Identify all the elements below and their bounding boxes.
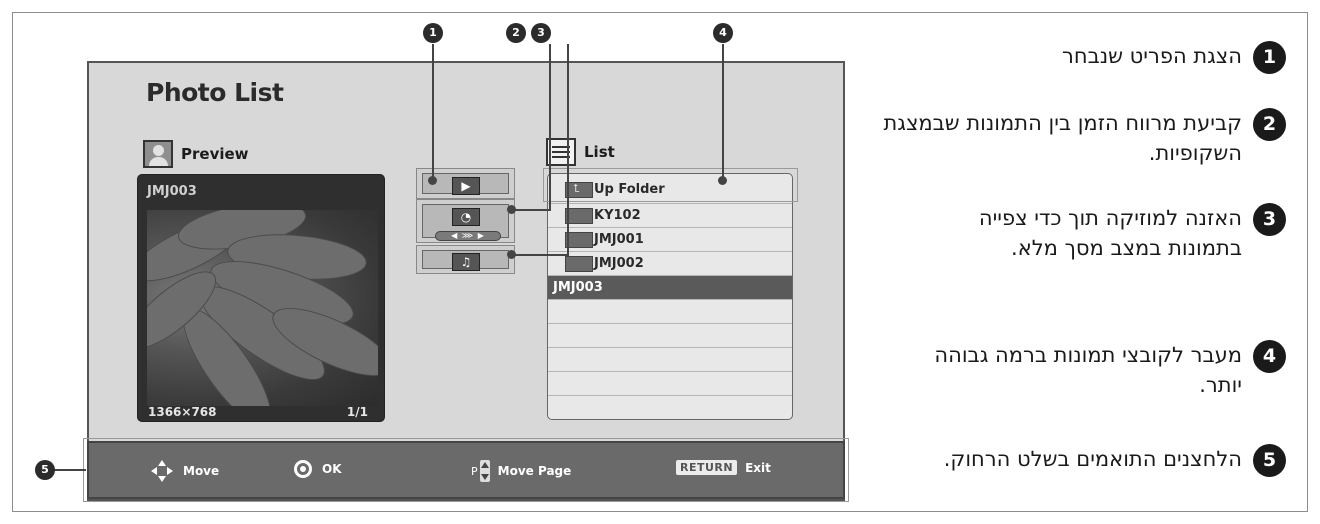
ok-button-icon [294, 460, 312, 478]
move-page-label: Move Page [497, 464, 572, 478]
description-number: 1 [1253, 41, 1286, 74]
list-label: List [584, 143, 615, 161]
callout-1-dot [428, 176, 437, 185]
callout-1: 1 [423, 23, 443, 43]
list-item-empty [548, 300, 792, 324]
callout-2-leader [549, 44, 551, 211]
callout-3: 3 [531, 23, 551, 43]
callout-descriptions: 1 הצגת הפריט שנבחר 2 קביעת מרווח הזמן בי… [856, 0, 1296, 524]
music-icon: ♫ [452, 253, 480, 271]
description-5: 5 הלחצנים התואמים בשלט הרחוק. [942, 444, 1286, 477]
exit-hint: RETURN Exit [676, 460, 771, 475]
move-page-hint: P Move Page [471, 460, 571, 482]
list-item-label: KY102 [594, 208, 641, 223]
page-title: Photo List [146, 78, 284, 107]
description-number: 3 [1253, 203, 1286, 236]
folder-icon [565, 256, 593, 272]
description-text: קביעת מרווח הזמן בין התמונות שבמצגת השקו… [883, 111, 1242, 165]
description-text: מעבר לקובצי תמונות ברמה גבוהה יותר. [934, 343, 1242, 397]
description-text: הצגת הפריט שנבחר [1062, 44, 1242, 68]
callout-3-dot [507, 250, 516, 259]
callout-5: 5 [35, 460, 55, 480]
list-item-empty [548, 372, 792, 396]
exit-label: Exit [745, 460, 771, 475]
preview-resolution: 1366×768 [148, 405, 217, 419]
ok-hint: OK [294, 460, 342, 478]
page-up-down-icon [479, 460, 490, 482]
page-key-label: P [471, 464, 478, 478]
callout-5-leader [54, 469, 86, 471]
callout-3-leader-h [512, 254, 569, 256]
list-item-jmj002[interactable]: JMJ002 [548, 252, 792, 276]
list-item-label: JMJ002 [594, 256, 644, 271]
callout-1-leader [432, 44, 434, 181]
folder-icon [565, 208, 593, 224]
folder-icon [565, 232, 593, 248]
preview-header: Preview [143, 140, 249, 168]
description-1: 1 הצגת הפריט שנבחר [942, 41, 1286, 74]
list-item-empty [548, 348, 792, 372]
description-2: 2 קביעת מרווח הזמן בין התמונות שבמצגת הש… [872, 108, 1286, 168]
preview-panel: JMJ003 1366×768 1/1 [137, 174, 385, 422]
preview-page-count: 1/1 [346, 405, 368, 419]
list-item-label: JMJ001 [594, 232, 644, 247]
description-number: 5 [1253, 444, 1286, 477]
list-item-jmj001[interactable]: JMJ001 [548, 228, 792, 252]
description-4: 4 מעבר לקובצי תמונות ברמה גבוהה יותר. [932, 340, 1286, 400]
description-3: 3 האזנה למוזיקה תוך כדי צפייה בתמונות במ… [922, 203, 1286, 263]
move-label: Move [183, 464, 220, 478]
callout-3-leader [567, 44, 569, 256]
list-item-label: JMJ003 [553, 280, 603, 295]
callout-4-highlight [543, 168, 798, 202]
directional-pad-icon [151, 460, 173, 482]
preview-file-name: JMJ003 [147, 184, 197, 199]
clock-icon: ◔ [452, 208, 480, 226]
list-item-ky102[interactable]: KY102 [548, 204, 792, 228]
description-number: 4 [1253, 340, 1286, 373]
callout-4: 4 [713, 23, 733, 43]
callout-2-leader-h [512, 209, 551, 211]
return-key-icon: RETURN [676, 460, 738, 475]
ok-label: OK [322, 462, 342, 476]
slideshow-interval-button[interactable]: ◔ ◀ ⋙ ▶ [416, 199, 515, 243]
list-item-empty [548, 324, 792, 348]
preview-label: Preview [181, 145, 249, 163]
file-list: Up Folder KY102 JMJ001 JMJ002 JMJ003 [547, 173, 793, 420]
description-text: הלחצנים התואמים בשלט הרחוק. [943, 447, 1242, 471]
person-picture-icon [143, 140, 173, 168]
callout-2-dot [507, 205, 516, 214]
play-icon: ▶ [452, 177, 480, 195]
description-text: האזנה למוזיקה תוך כדי צפייה בתמונות במצב… [978, 206, 1242, 260]
list-item-empty [548, 396, 792, 419]
list-item-jmj003[interactable]: JMJ003 [548, 276, 792, 300]
description-number: 2 [1253, 108, 1286, 141]
move-hint: Move [151, 460, 219, 482]
background-music-button[interactable]: ♫ [416, 245, 515, 274]
callout-4-leader [722, 44, 724, 182]
list-header: List [546, 138, 615, 166]
callout-2: 2 [506, 23, 526, 43]
interval-speed-bar: ◀ ⋙ ▶ [435, 231, 501, 241]
callout-4-dot [718, 176, 727, 185]
preview-thumbnail [147, 210, 378, 406]
